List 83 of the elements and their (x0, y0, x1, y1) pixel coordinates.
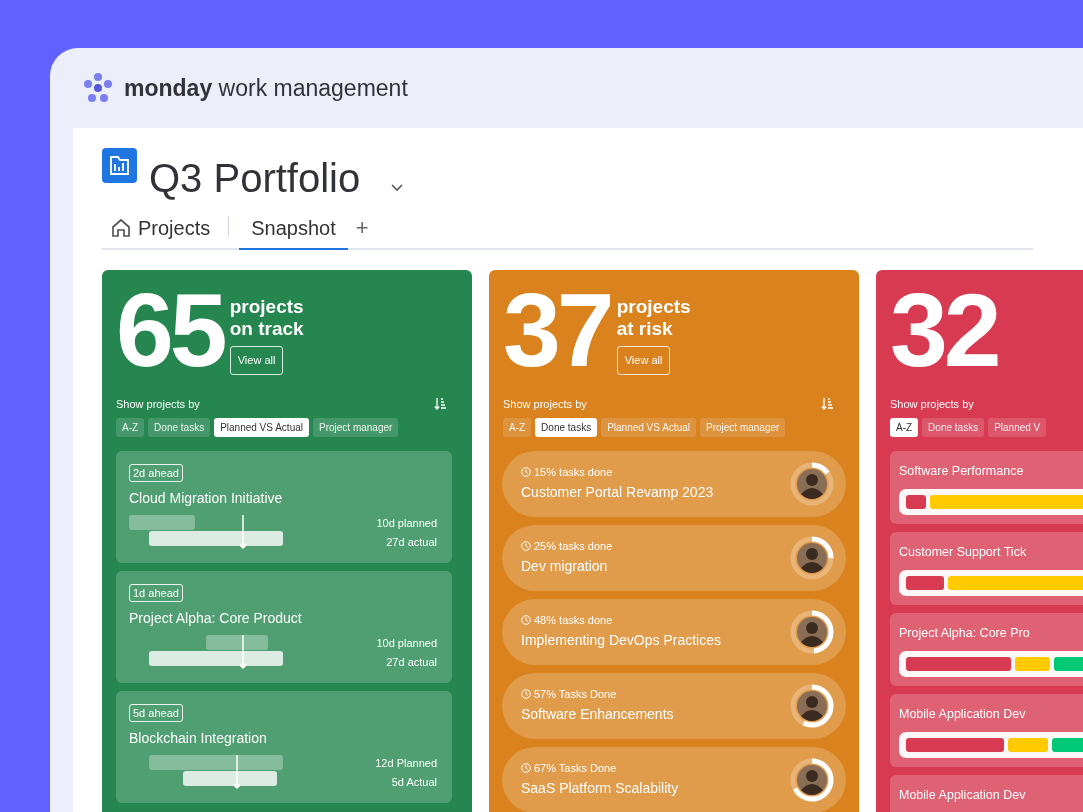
actual-duration: 27d actual (386, 655, 437, 670)
home-icon (110, 217, 132, 239)
filter-chip[interactable]: Project manager (700, 417, 786, 437)
status-segment (906, 495, 926, 510)
project-name: Dev migration (521, 557, 609, 577)
view-tab[interactable]: Projects (102, 208, 219, 250)
project-pill[interactable]: 67% Tasks Done SaaS Platform Scalability (502, 746, 846, 812)
sort-icon[interactable] (821, 397, 835, 412)
filter-chip[interactable]: Planned VS Actual (601, 417, 696, 437)
board-title: Q3 Portfolio (149, 155, 361, 202)
ahead-badge: 2d ahead (129, 463, 183, 482)
filter-chip[interactable]: Done tasks (148, 417, 211, 437)
ahead-badge: 1d ahead (129, 583, 183, 602)
project-name: Cloud Migration Initiative (129, 488, 284, 508)
filter-chip[interactable]: A-Z (503, 417, 532, 437)
project-name: Mobile Application Dev (899, 705, 1027, 723)
filter-chip[interactable]: Project manager (313, 417, 399, 437)
project-name: Customer Support Tick (899, 543, 1028, 561)
project-card[interactable]: Customer Support Tick (890, 531, 1083, 605)
clock-icon (521, 615, 531, 625)
project-count: 32 (890, 278, 998, 382)
planned-duration: 12d Planned (375, 755, 437, 771)
sort-icon[interactable] (434, 397, 448, 412)
filter-chip[interactable]: Planned V (988, 417, 1047, 437)
project-card[interactable]: Mobile Application Dev (890, 693, 1083, 767)
filter-chip[interactable]: Done tasks (535, 417, 598, 437)
actual-duration: 5d Actual (391, 775, 437, 790)
count-label: on track (229, 318, 304, 340)
project-name: Software Performance (899, 462, 1025, 480)
project-card[interactable]: Project Alpha: Core Pro (890, 612, 1083, 686)
planned-duration: 10d planned (376, 515, 437, 531)
tasks-done: 48% tasks done (534, 612, 613, 628)
clock-icon (521, 467, 531, 477)
count-label: projects (229, 296, 304, 318)
tasks-done: 25% tasks done (534, 538, 613, 554)
tasks-done: 15% tasks done (534, 464, 613, 480)
project-name: Project Alpha: Core Pro (899, 624, 1031, 642)
project-pill[interactable]: 15% tasks done Customer Portal Revamp 2023 (502, 450, 846, 517)
project-card[interactable]: 2d ahead Cloud Migration Initiative 10d planned 27d actual (116, 450, 452, 563)
logo-icon (82, 73, 114, 103)
filter-chip[interactable]: A-Z (890, 417, 919, 437)
project-name: Blockchain Integration (129, 728, 268, 748)
filter-chip[interactable]: Done tasks (922, 417, 985, 437)
project-pill[interactable]: 57% Tasks Done Software Enhancements (502, 672, 846, 739)
tasks-done: 67% Tasks Done (534, 760, 617, 776)
status-segment (1008, 738, 1048, 753)
project-name: Project Alpha: Core Product (129, 608, 303, 628)
add-tab-button[interactable]: + (347, 206, 377, 248)
project-card[interactable]: 1d ahead Project Alpha: Core Product 10d planned 27d actual (116, 570, 452, 683)
section-label: Show projects by (890, 397, 974, 412)
section-label: Show projects by (116, 397, 200, 412)
project-name: Customer Portal Revamp 2023 (521, 483, 714, 503)
tasks-done: 57% Tasks Done (534, 686, 617, 702)
clock-icon (521, 763, 531, 773)
board-icon (102, 148, 137, 183)
project-card[interactable]: 5d ahead Blockchain Integration 12d Planned 5d Actual (116, 690, 452, 803)
filter-chip[interactable]: A-Z (116, 417, 145, 437)
count-label: at risk (616, 318, 673, 340)
view-all-button[interactable]: View all (229, 346, 284, 375)
project-name: Mobile Application Dev (899, 786, 1027, 804)
clock-icon (521, 541, 531, 551)
project-name: Implementing DevOps Practices (521, 631, 721, 651)
view-tab[interactable]: Snapshot (239, 208, 348, 250)
status-segment (906, 576, 944, 591)
project-pill[interactable]: 48% tasks done Implementing DevOps Practices (502, 598, 846, 665)
view-all-button[interactable]: View all (616, 346, 671, 375)
count-label: projects (616, 296, 691, 318)
project-card[interactable]: Software Performance (890, 450, 1083, 524)
planned-duration: 10d planned (376, 635, 437, 651)
project-pill[interactable]: 25% tasks done Dev migration (502, 524, 846, 591)
filter-chip[interactable]: Planned VS Actual (214, 417, 309, 437)
clock-icon (521, 689, 531, 699)
project-count: 65 (116, 278, 224, 382)
actual-duration: 27d actual (386, 535, 437, 550)
project-count: 37 (503, 278, 611, 382)
ahead-badge: 5d ahead (129, 703, 183, 722)
chevron-down-icon[interactable] (390, 182, 405, 192)
project-card[interactable]: Mobile Application Dev (890, 774, 1083, 812)
app-brand: monday work management (124, 73, 408, 103)
project-name: SaaS Platform Scalability (521, 779, 679, 799)
status-segment (1015, 657, 1050, 672)
section-label: Show projects by (503, 397, 587, 412)
project-name: Software Enhancements (521, 705, 674, 725)
